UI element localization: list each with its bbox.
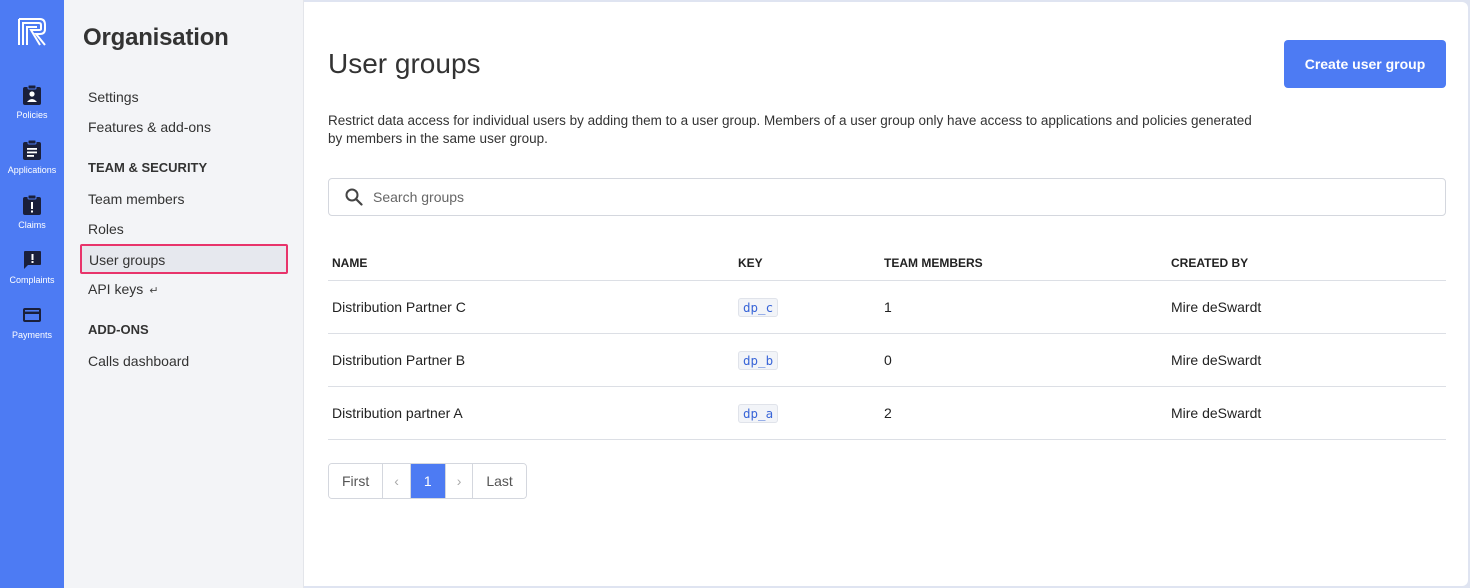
column-header-key[interactable]: KEY [734,246,880,281]
rail-item-payments[interactable]: Payments [0,304,64,359]
cell-created-by: Mire deSwardt [1167,333,1446,387]
cell-key: dp_a [734,386,880,440]
column-header-created-by[interactable]: CREATED BY [1167,246,1446,281]
rail-item-complaints[interactable]: Complaints [0,249,64,304]
app-shell: Policies Applications Claims Complaints … [0,0,1470,588]
pagination-first[interactable]: First [329,464,384,498]
clipboard-person-icon [23,84,41,105]
icon-rail: Policies Applications Claims Complaints … [0,0,64,588]
cell-created-by: Mire deSwardt [1167,386,1446,440]
message-alert-icon [24,251,41,269]
settings-sidebar: Organisation Settings Features & add-ons… [64,0,304,588]
rail-item-policies[interactable]: Policies [0,84,64,139]
sidebar-section-team-security: TEAM & SECURITY [88,160,208,175]
rail-item-label: Applications [7,165,57,175]
sidebar-section-add-ons: ADD-ONS [88,322,149,337]
pagination: First ‹ 1 › Last [328,463,527,499]
rail-item-label: Policies [16,110,48,120]
pagination-next-icon[interactable]: › [445,464,474,498]
table-header-row: NAME KEY TEAM MEMBERS CREATED BY [328,246,1446,281]
clipboard-alert-icon [23,194,41,215]
cell-created-by: Mire deSwardt [1167,280,1446,334]
cell-name: Distribution Partner C [328,280,734,334]
key-badge: dp_a [738,403,779,423]
rail-item-label: Payments [11,330,53,340]
cell-members: 0 [880,333,1167,387]
column-header-name[interactable]: NAME [328,246,734,281]
page-title: User groups [328,48,481,79]
sidebar-item-team-members[interactable]: Team members [80,184,287,214]
key-badge: dp_c [738,297,779,317]
table-row[interactable]: Distribution Partner B dp_b 0 Mire deSwa… [328,333,1446,387]
create-user-group-button[interactable]: Create user group [1284,40,1446,88]
cell-key: dp_c [734,280,880,334]
sidebar-item-roles[interactable]: Roles [80,214,287,244]
column-header-team-members[interactable]: TEAM MEMBERS [880,246,1167,281]
sidebar-item-api-keys[interactable]: API keys ↵ [80,274,287,304]
sidebar-item-settings[interactable]: Settings [80,82,287,112]
cell-key: dp_b [734,333,880,387]
clipboard-list-icon [23,139,41,160]
cell-name: Distribution partner A [328,386,734,440]
sidebar-item-label: API keys [88,281,144,297]
rail-item-applications[interactable]: Applications [0,139,64,194]
return-icon: ↵ [149,285,159,297]
brand-logo-icon[interactable] [16,16,48,48]
sidebar-title: Organisation [83,24,229,51]
page-description: Restrict data access for individual user… [328,113,1252,146]
pagination-prev-icon[interactable]: ‹ [383,464,411,498]
rail-item-claims[interactable]: Claims [0,194,64,249]
sidebar-item-features[interactable]: Features & add-ons [80,112,287,142]
sidebar-item-calls-dashboard[interactable]: Calls dashboard [80,346,287,376]
cell-members: 2 [880,386,1167,440]
cell-name: Distribution Partner B [328,333,734,387]
pagination-last[interactable]: Last [473,464,526,498]
rail-item-label: Complaints [9,275,55,285]
sidebar-item-user-groups[interactable]: User groups [80,244,288,274]
user-groups-table: NAME KEY TEAM MEMBERS CREATED BY Distrib… [328,246,1446,440]
pagination-page-1[interactable]: 1 [410,464,446,498]
search-input[interactable] [373,189,1445,205]
cell-members: 1 [880,280,1167,334]
credit-card-icon [23,308,41,322]
table-row[interactable]: Distribution Partner C dp_c 1 Mire deSwa… [328,280,1446,334]
search-box[interactable] [328,178,1446,216]
search-icon [345,188,363,206]
table-row[interactable]: Distribution partner A dp_a 2 Mire deSwa… [328,386,1446,440]
key-badge: dp_b [738,350,779,370]
rail-item-label: Claims [18,220,46,230]
main-content: User groups Create user group Restrict d… [304,2,1468,586]
